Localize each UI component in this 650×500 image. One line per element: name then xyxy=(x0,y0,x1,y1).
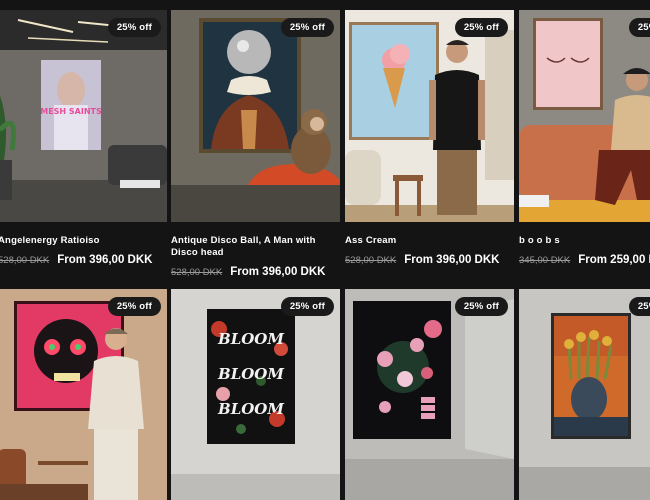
sale-price: From 396,00 DKK xyxy=(230,266,326,278)
product-title[interactable]: Angelenergy Ratioiso xyxy=(0,235,163,247)
product-card[interactable]: 25% off xyxy=(345,289,514,500)
product-image[interactable]: 25% off xyxy=(0,289,167,500)
sale-price: From 396,00 DKK xyxy=(404,254,500,266)
product-title[interactable]: Antique Disco Ball, A Man with Disco hea… xyxy=(171,235,336,259)
discount-badge: 25% off xyxy=(107,297,161,316)
product-title[interactable]: Ass Cream xyxy=(345,235,510,247)
product-image[interactable]: 25% off xyxy=(171,10,340,222)
product-card[interactable]: 25% off Antique Disco Ball, A Man with D… xyxy=(171,10,340,280)
discount-badge: 25% off xyxy=(628,18,650,37)
product-image[interactable]: 25% off xyxy=(519,10,650,222)
product-card[interactable]: BLOOM BLOOM BLOOM 25% off xyxy=(171,289,340,500)
discount-badge: 25% off xyxy=(454,18,508,37)
discount-badge: 25% off xyxy=(107,18,161,37)
discount-badge: 25% off xyxy=(280,18,334,37)
product-card[interactable]: 25% off b o o b s 345,00 DKK From 259,00 … xyxy=(519,10,650,280)
product-price: 528,00 DKK From 396,00 DKK xyxy=(345,250,499,268)
product-image[interactable]: 25% off xyxy=(345,289,514,500)
product-card[interactable]: MESH SAINTS 25% off Angelenergy Ratioiso… xyxy=(0,10,167,280)
discount-badge: 25% off xyxy=(454,297,508,316)
sale-price: From 396,00 DKK xyxy=(57,254,153,266)
product-image[interactable]: MESH SAINTS 25% off xyxy=(0,10,167,222)
product-card[interactable]: 25% off xyxy=(0,289,167,500)
product-price: 345,00 DKK From 259,00 DKK xyxy=(519,250,650,268)
original-price: 528,00 DKK xyxy=(0,255,50,266)
product-price: 528,00 DKK From 396,00 DKK xyxy=(0,250,152,268)
product-card[interactable]: 25% off xyxy=(519,289,650,500)
product-price: 528,00 DKK From 396,00 DKK xyxy=(171,262,325,280)
product-title[interactable]: b o o b s xyxy=(519,235,650,247)
poster-art-text: BLOOM xyxy=(217,365,284,383)
poster-art-text: BLOOM xyxy=(217,400,284,418)
product-card[interactable]: 25% off Ass Cream 528,00 DKK From 396,00 … xyxy=(345,10,514,280)
discount-badge: 25% off xyxy=(280,297,334,316)
sale-price: From 259,00 DKK xyxy=(578,254,650,266)
poster-art-text: MESH SAINTS xyxy=(40,107,102,116)
poster-art-text: BLOOM xyxy=(217,330,284,348)
discount-badge: 25% off xyxy=(628,297,650,316)
original-price: 528,00 DKK xyxy=(171,267,223,278)
product-grid: MESH SAINTS 25% off Angelenergy Ratioiso… xyxy=(0,0,650,500)
original-price: 528,00 DKK xyxy=(345,255,397,266)
original-price: 345,00 DKK xyxy=(519,255,571,266)
product-image[interactable]: BLOOM BLOOM BLOOM 25% off xyxy=(171,289,340,500)
product-image[interactable]: 25% off xyxy=(519,289,650,500)
product-image[interactable]: 25% off xyxy=(345,10,514,222)
